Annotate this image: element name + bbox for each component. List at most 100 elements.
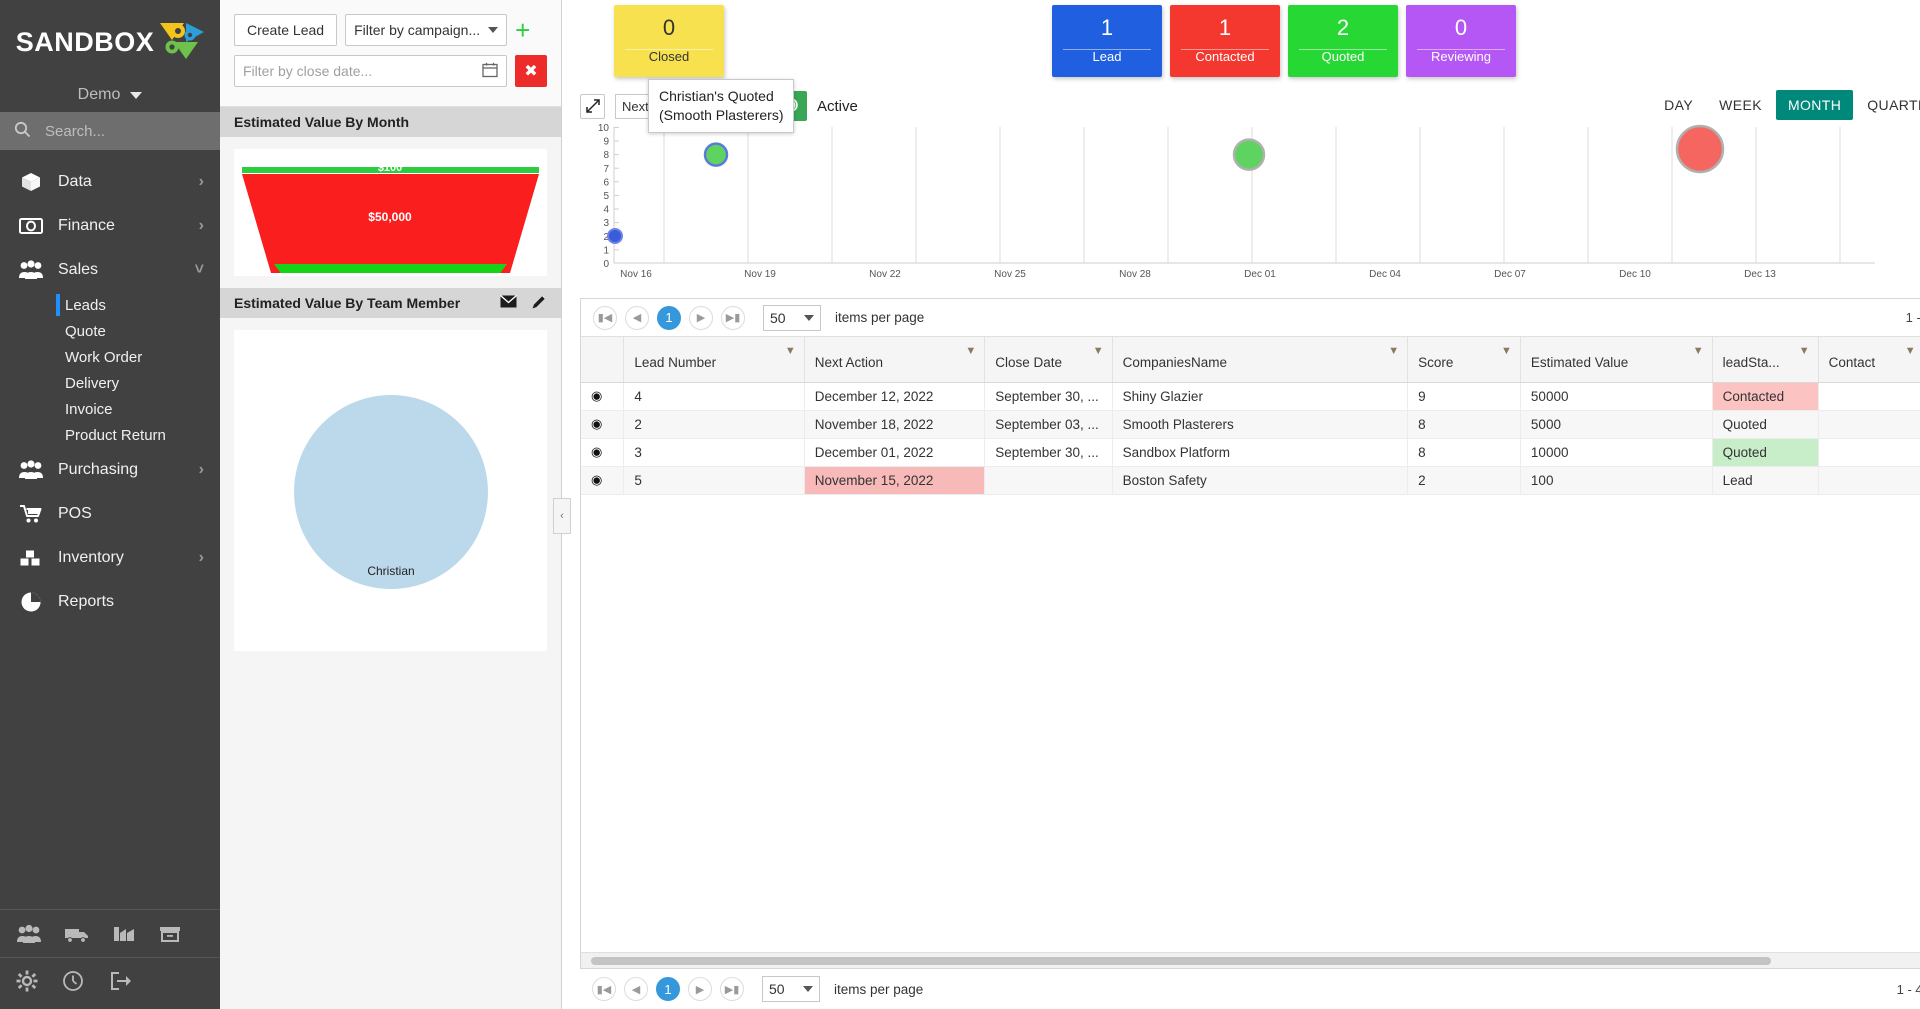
period-tab-month[interactable]: MONTH	[1775, 90, 1854, 120]
chevron-down-icon: ˅	[194, 261, 204, 278]
estimated-value-by-team-member-header: Estimated Value By Team Member	[220, 288, 561, 318]
filter-icon[interactable]: ▼	[1093, 345, 1104, 357]
truck-icon[interactable]	[64, 924, 90, 947]
prev-page-button[interactable]: ◀	[625, 305, 649, 330]
eye-icon[interactable]: ◉	[591, 388, 602, 403]
eye-icon[interactable]: ◉	[591, 416, 602, 431]
column-header-close-date[interactable]: Close Date ▼	[984, 337, 1113, 383]
sidebar-item-quote[interactable]: Quote	[0, 318, 220, 344]
svg-text:Dec 04: Dec 04	[1369, 269, 1401, 280]
row-expand-cell[interactable]: ◉	[581, 466, 625, 495]
table-row[interactable]: ◉ 4 December 12, 2022 September 30, ... …	[581, 382, 1920, 411]
expand-arrows-icon[interactable]	[580, 93, 605, 119]
table-row[interactable]: ◉ 2 November 18, 2022 September 03, ... …	[581, 410, 1920, 439]
column-header-contact[interactable]: Contact ▼	[1818, 337, 1920, 383]
contacts-icon[interactable]	[16, 924, 42, 947]
column-header-companies-name[interactable]: CompaniesName ▼	[1112, 337, 1409, 383]
column-header-lead-number[interactable]: Lead Number ▼	[623, 337, 805, 383]
tenant-switcher[interactable]: Demo	[0, 78, 220, 112]
page-size-select[interactable]: 50	[762, 976, 820, 1002]
eye-icon[interactable]: ◉	[591, 444, 602, 459]
column-header-estimated-value[interactable]: Estimated Value ▼	[1520, 337, 1713, 383]
create-lead-button[interactable]: Create Lead	[234, 14, 338, 46]
first-page-button[interactable]: ▮◀	[592, 977, 616, 1001]
eye-icon[interactable]: ◉	[591, 472, 602, 487]
row-expand-cell[interactable]: ◉	[581, 382, 625, 411]
sidebar-item-invoice[interactable]: Invoice	[0, 396, 220, 422]
sidebar-item-delivery[interactable]: Delivery	[0, 370, 220, 396]
cell-lead-number: 4	[623, 382, 805, 411]
close-date-filter[interactable]	[234, 55, 507, 87]
panel-collapse-toggle[interactable]: ‹	[553, 498, 571, 534]
filter-icon[interactable]: ▼	[1693, 345, 1704, 357]
period-tab-quarter[interactable]: QUARTER	[1855, 90, 1920, 120]
sidebar-item-purchasing[interactable]: Purchasing ›	[0, 448, 220, 492]
row-expand-cell[interactable]: ◉	[581, 438, 625, 467]
sidebar-item-data[interactable]: Data ›	[0, 160, 220, 204]
search-input[interactable]	[45, 122, 195, 140]
kpi-label: Reviewing	[1431, 49, 1491, 64]
page-size-select[interactable]: 50	[763, 304, 821, 331]
filter-icon[interactable]: ▼	[1388, 345, 1399, 357]
add-button[interactable]: +	[515, 17, 530, 43]
kpi-card-contacted[interactable]: 1 Contacted	[1170, 5, 1280, 77]
column-header-lead-status[interactable]: leadSta... ▼	[1712, 337, 1819, 383]
filter-icon[interactable]: ▼	[965, 345, 976, 357]
funnel-chart[interactable]: $100 $50,000 $15,000	[234, 149, 547, 292]
archive-icon[interactable]	[158, 924, 182, 947]
campaign-filter-select[interactable]: Filter by campaign...	[345, 14, 508, 46]
factory-icon[interactable]	[112, 924, 136, 947]
row-expand-cell[interactable]: ◉	[581, 410, 625, 439]
sidebar-item-product-return[interactable]: Product Return	[0, 422, 220, 448]
sidebar-item-pos[interactable]: POS	[0, 492, 220, 536]
sidebar-item-leads[interactable]: Leads	[0, 292, 220, 318]
team-member-pie-chart[interactable]: Christian	[234, 330, 547, 651]
next-page-button[interactable]: ▶	[688, 977, 712, 1001]
filter-icon[interactable]: ▼	[1501, 345, 1512, 357]
clock-icon[interactable]	[62, 970, 84, 995]
next-page-button[interactable]: ▶	[689, 305, 713, 330]
filter-icon[interactable]: ▼	[1799, 345, 1810, 357]
timeline-scatter-plot[interactable]: 10 9 8 765 432 10 Nov 16 Nov 19 Nov 22 N…	[590, 79, 1920, 280]
calendar-icon[interactable]	[482, 62, 498, 81]
logout-icon[interactable]	[108, 970, 132, 995]
gear-icon[interactable]	[16, 970, 38, 995]
pencil-icon[interactable]	[531, 294, 547, 313]
sidebar-item-inventory[interactable]: Inventory ›	[0, 536, 220, 580]
last-page-button[interactable]: ▶▮	[721, 305, 745, 330]
kpi-value: 0	[1454, 15, 1468, 40]
column-header-next-action[interactable]: Next Action ▼	[804, 337, 986, 383]
sidebar-subitem-label: Delivery	[65, 374, 120, 392]
filter-icon[interactable]: ▼	[1905, 345, 1916, 357]
cell-close-date: September 30, ...	[984, 438, 1113, 467]
kpi-card-closed[interactable]: 0 Closed	[614, 5, 724, 77]
grid-horizontal-scrollbar[interactable]	[581, 952, 1920, 968]
kpi-card-reviewing[interactable]: 0 Reviewing	[1406, 5, 1516, 77]
page-size-label: items per page	[834, 981, 924, 997]
close-date-input[interactable]	[243, 63, 447, 79]
period-tab-day[interactable]: DAY	[1652, 90, 1705, 120]
scroll-thumb[interactable]	[591, 957, 1771, 965]
kpi-card-lead[interactable]: 1 Lead	[1052, 5, 1162, 77]
last-page-button[interactable]: ▶▮	[720, 977, 744, 1001]
table-row[interactable]: ◉ 3 December 01, 2022 September 30, ... …	[581, 438, 1920, 467]
svg-text:Nov 22: Nov 22	[869, 269, 901, 280]
sidebar-item-finance[interactable]: Finance ›	[0, 204, 220, 248]
pager-range-label: 1 - 4 of 4 items	[1896, 981, 1920, 997]
sidebar-item-reports[interactable]: Reports	[0, 580, 220, 624]
first-page-button[interactable]: ▮◀	[593, 305, 617, 330]
sidebar-item-sales[interactable]: Sales ˅	[0, 248, 220, 292]
period-tab-week[interactable]: WEEK	[1707, 90, 1774, 120]
cell-estimated-value: 100	[1520, 466, 1713, 495]
sidebar-search[interactable]	[0, 112, 220, 150]
prev-page-button[interactable]: ◀	[624, 977, 648, 1001]
column-header-score[interactable]: Score ▼	[1407, 337, 1521, 383]
envelope-icon[interactable]	[500, 294, 517, 311]
clear-filter-button[interactable]: ✖	[515, 55, 547, 87]
page-number-1[interactable]: 1	[656, 977, 680, 1001]
page-number-1[interactable]: 1	[657, 305, 681, 330]
kpi-card-quoted[interactable]: 2 Quoted	[1288, 5, 1398, 77]
filter-icon[interactable]: ▼	[785, 345, 796, 357]
table-row[interactable]: ◉ 5 November 15, 2022 Boston Safety 2 10…	[581, 466, 1920, 495]
sidebar-item-work-order[interactable]: Work Order	[0, 344, 220, 370]
